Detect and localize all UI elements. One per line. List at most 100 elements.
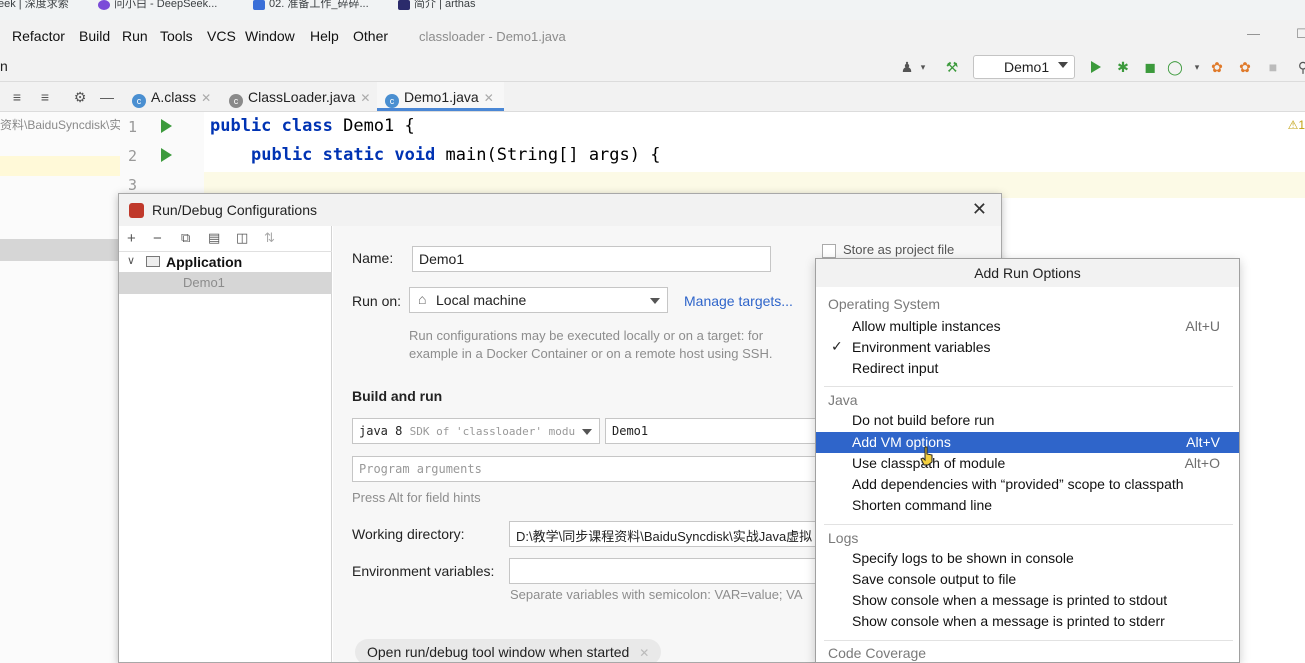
open-tool-window-label: Open run/debug tool window when started [367,644,630,660]
build-project-icon[interactable]: ✿ [1236,58,1254,76]
attach-debugger-icon[interactable]: ✿ [1208,58,1226,76]
expand-all-icon[interactable]: ≡ [8,88,26,106]
stop-icon[interactable]: ■ [1264,58,1282,76]
run-on-hint: example in a Docker Container or on a re… [409,346,773,361]
tree-item-demo1[interactable]: Demo1 [119,272,332,294]
run-on-hint: Run configurations may be executed local… [409,328,764,343]
option-do-not-build-before-run[interactable]: Do not build before run [816,410,1239,431]
store-as-project-file-checkbox[interactable] [822,244,836,258]
bookmark-favicon-icon [398,0,410,10]
menu-refactor[interactable]: Refactor [12,28,65,44]
bookmark-item[interactable]: eek | 深度求索 [0,0,69,14]
code-text: main(String[] args) { [435,145,661,165]
chevron-down-icon[interactable]: ∨ [127,254,135,267]
menu-bar: Refactor Build Run Tools VCS Window Help… [0,20,1305,52]
chevron-down-icon[interactable]: ▾ [1188,58,1206,76]
open-tool-window-option[interactable]: Open run/debug tool window when started ✕ [355,639,662,662]
menu-vcs[interactable]: VCS [207,28,236,44]
close-icon[interactable]: ✕ [360,91,370,105]
group-label-java: Java [828,392,858,408]
coverage-icon[interactable]: ◼ [1141,58,1159,76]
close-icon[interactable]: ✕ [484,91,494,105]
environment-variables-label: Environment variables: [352,563,495,579]
tab-classloader-java[interactable]: c ClassLoader.java ✕ [229,82,370,111]
bookmark-item[interactable]: 02. 准备工作_碎碎... [253,0,369,14]
close-icon[interactable]: ✕ [201,91,211,105]
chevron-down-icon[interactable]: ▾ [914,58,932,76]
option-use-classpath-of-module[interactable]: Use classpath of module Alt+O [816,453,1239,474]
option-label: Redirect input [852,360,939,376]
working-directory-label: Working directory: [352,526,465,542]
hammer-icon[interactable]: ⚒ [943,58,961,76]
profile-icon[interactable]: ◯ [1166,58,1184,76]
collapse-all-icon[interactable]: ≡ [36,88,54,106]
move-to-folder-icon[interactable]: ◫ [236,230,248,246]
bookmark-item[interactable]: 简介 | arthas [398,0,476,14]
option-environment-variables[interactable]: ✓ Environment variables [816,337,1239,358]
tree-group-application[interactable]: ∨ Application [119,252,332,272]
option-specify-logs[interactable]: Specify logs to be shown in console [816,548,1239,569]
add-icon[interactable]: + [127,230,136,247]
option-add-vm-options[interactable]: Add VM options Alt+V [816,432,1239,453]
search-icon[interactable]: ⚲ [1294,58,1305,76]
gear-icon[interactable]: ⚙ [71,88,89,106]
separator [824,524,1233,525]
menu-tools[interactable]: Tools [160,28,193,44]
option-redirect-input[interactable]: Redirect input [816,358,1239,379]
program-arguments-field[interactable]: Program arguments [352,456,825,482]
name-field[interactable]: Demo1 [412,246,771,272]
sdk-select[interactable]: java 8 SDK of 'classloader' modu [352,418,600,444]
close-icon[interactable]: ✕ [972,199,987,220]
sort-icon[interactable]: ⇅ [264,230,275,246]
debug-icon[interactable]: ✱ [1114,58,1132,76]
project-row-selected[interactable] [0,239,120,261]
minimize-icon[interactable]: — [1247,26,1260,41]
environment-variables-field[interactable] [509,558,825,584]
menu-build[interactable]: Build [79,28,110,44]
bookmark-label: 问小白 - DeepSeek... [114,0,218,10]
menu-window[interactable]: Window [245,28,295,44]
dialog-title-bar: Run/Debug Configurations ✕ [119,194,1001,226]
run-on-select[interactable]: ⌂ Local machine [409,287,668,313]
tab-a-class[interactable]: c A.class ✕ [132,82,211,111]
working-directory-field[interactable]: D:\教学\同步课程资料\BaiduSyncdisk\实战Java虚拟 [509,521,825,547]
run-gutter-icon[interactable] [161,119,172,133]
maximize-icon[interactable]: ☐ [1296,26,1305,42]
class-icon: c [132,94,146,108]
manage-targets-link[interactable]: Manage targets... [684,293,793,309]
option-allow-multiple-instances[interactable]: Allow multiple instances Alt+U [816,316,1239,337]
line-number: 2 [128,147,138,165]
save-icon[interactable]: ▤ [208,230,220,246]
run-config-select[interactable]: Demo1 [973,55,1075,79]
main-class-field[interactable]: Demo1 [605,418,825,444]
menu-help[interactable]: Help [310,28,339,44]
folder-icon [146,256,160,267]
option-show-console-stderr[interactable]: Show console when a message is printed t… [816,611,1239,632]
bookmark-item[interactable]: 问小白 - DeepSeek... [98,0,217,14]
keyword: void [394,145,436,165]
app-icon [129,203,144,218]
warning-indicator[interactable]: ⚠1 [1288,118,1305,132]
remove-icon[interactable]: − [153,230,162,247]
editor-tab-bar: ≡ ≡ ⚙ — c A.class ✕ c ClassLoader.java ✕ c De… [0,82,1305,112]
window-title: classloader - Demo1.java [419,29,566,44]
option-shortcut: Alt+U [1185,318,1220,334]
option-save-console-output[interactable]: Save console output to file [816,569,1239,590]
option-label: Add VM options [852,434,951,450]
tab-demo1-java[interactable]: c Demo1.java ✕ [377,82,504,111]
run-icon[interactable] [1087,58,1105,76]
configurations-tree-panel: + − ⧉ ▤ ◫ ⇅ ∨ Application Demo1 [119,226,332,662]
hide-panel-icon[interactable]: — [98,88,116,106]
option-add-provided-dependencies[interactable]: Add dependencies with “provided” scope t… [816,474,1239,495]
code-line: public class Demo1 { [210,116,415,136]
close-icon[interactable]: ✕ [639,646,649,660]
bookmark-label: 简介 | arthas [414,0,476,10]
copy-icon[interactable]: ⧉ [181,230,190,246]
option-show-console-stdout[interactable]: Show console when a message is printed t… [816,590,1239,611]
run-gutter-icon[interactable] [161,148,172,162]
menu-run[interactable]: Run [122,28,148,44]
menu-other[interactable]: Other [353,28,388,44]
option-shorten-command-line[interactable]: Shorten command line [816,495,1239,516]
browser-bookmarks-bar: eek | 深度求索 问小白 - DeepSeek... 02. 准备工作_碎碎… [0,0,1305,20]
name-label: Name: [352,250,394,266]
